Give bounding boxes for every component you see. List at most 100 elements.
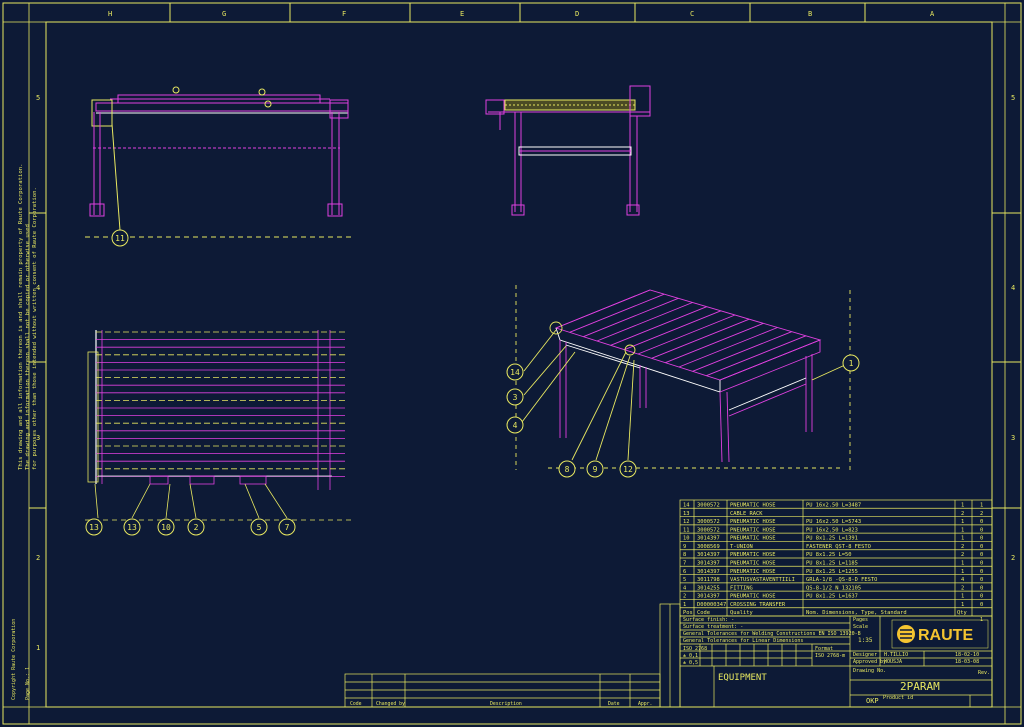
iso-roller (583, 297, 679, 338)
cad-drawing-sheet: H G F E D C B A 5 4 3 2 1 5 4 3 2 This d… (2, 2, 1022, 725)
iso-roller (555, 289, 651, 329)
zone-number: 2 (36, 554, 40, 562)
pages-label: Pages (853, 617, 868, 623)
bom-cell: 12 (683, 519, 690, 525)
tolerance-note: General Tolerances for Welding Construct… (683, 631, 861, 637)
bom-cell: PU 16x2.50 L=823 (806, 527, 858, 533)
bom-cell: 14 (683, 502, 690, 508)
bom-cell: PU 8x1.25 L=1637 (806, 594, 858, 600)
bom-cell: T-UNION (730, 544, 753, 550)
zone-number: 3 (1011, 434, 1015, 442)
bom-cell: 3014255 (697, 585, 720, 591)
okp-label: OKP (866, 697, 879, 705)
bom-cell: 1 (980, 502, 983, 508)
bom-cell: 3000572 (697, 519, 720, 525)
tolerance-cell: ISO 2768 (683, 646, 707, 652)
bom-cell: PNEUMATIC HOSE (730, 594, 775, 600)
bom-cell: 0 (980, 602, 983, 608)
bom-cell: 1 (961, 536, 964, 542)
zone-number: 5 (36, 94, 40, 102)
zone-number: 2 (1011, 554, 1015, 562)
balloon-5: 5 (250, 518, 268, 536)
bom-cell: 9 (683, 544, 686, 550)
copyright-line: This drawing and all information thereon… (18, 164, 24, 470)
revision-label: Rev. (978, 670, 990, 676)
balloon-label: 4 (513, 421, 518, 430)
plan-view (85, 330, 355, 521)
tolerance-cell: ± 0,1 (683, 653, 698, 659)
raute-logo: RAUTE (891, 619, 989, 649)
drawing-title: EQUIPMENT (718, 673, 767, 683)
bom-cell: 7 (683, 560, 686, 566)
bom-cell: 0 (980, 544, 983, 550)
approver-name: HOUSJA (884, 659, 902, 665)
balloon-13a: 13 (85, 518, 103, 536)
zone-number: 4 (1011, 284, 1015, 292)
bom-cell: 0 (980, 519, 983, 525)
bom-cell: 1 (961, 560, 964, 566)
zone-number: 1 (36, 644, 40, 652)
product-id-label: Product id (883, 695, 913, 701)
isometric-view (515, 285, 851, 470)
copyright-line: for purposes other than those intended w… (32, 187, 38, 470)
surface-treatment: Surface treatment: - (683, 624, 743, 630)
bom-cell: 0 (980, 536, 983, 542)
balloon-label: 5 (257, 523, 262, 532)
approved-label: Approved by (853, 659, 886, 665)
balloon-13b: 13 (123, 518, 141, 536)
bom-cell: 3008569 (697, 544, 720, 550)
bom-cell: VASTUSVASTAVENTTIILI (730, 577, 795, 583)
bom-cell: FITTING (730, 585, 753, 591)
zone-number: 5 (1011, 94, 1015, 102)
bom-cell: PNEUMATIC HOSE (730, 552, 775, 558)
zone-letter: A (930, 10, 935, 18)
iso-roller (665, 322, 764, 364)
bom-cell: 5 (683, 577, 686, 583)
iso-roller (706, 335, 807, 377)
revision-header: Code Changed by Description Date Appr. (350, 701, 652, 707)
bom-cell: 10 (683, 536, 690, 542)
bom-cell: PU 8x1.25 L=1255 (806, 569, 858, 575)
bom-cell: 3014397 (697, 536, 720, 542)
bom-cell: 1 (961, 502, 964, 508)
bom-cell: 1 (961, 519, 964, 525)
bom-cell: 2 (961, 544, 964, 550)
bom-cell: D00000347 (697, 602, 726, 608)
bom-cell: 0 (980, 569, 983, 575)
balloon-label: 9 (593, 465, 598, 474)
surface-finish: Surface finish: - (683, 617, 734, 623)
bom-cell: PU 16x2.50 L=5743 (806, 519, 861, 525)
bom-cell: 3014397 (697, 560, 720, 566)
bom-header-cell: Quality (730, 610, 753, 616)
side-label: Page No.: 1 (25, 667, 31, 700)
bom-cell: 3011798 (697, 577, 720, 583)
balloon-label: 3 (513, 393, 518, 402)
balloon-7: 7 (278, 518, 296, 536)
logo-text: RAUTE (918, 627, 973, 644)
bom-cell: PNEUMATIC HOSE (730, 536, 775, 542)
zone-letter: B (808, 10, 812, 18)
balloon-11: 11 (111, 229, 129, 247)
balloon-label: 1 (849, 359, 854, 368)
rev-header-cell: Date (608, 701, 620, 707)
bom-cell: PU 8x1.25 L=1391 (806, 536, 858, 542)
bom-cell: 2 (980, 511, 983, 517)
iso-roller (610, 306, 707, 346)
balloon-14: 14 (506, 363, 524, 381)
copyright-line: The drawing and information thereon shal… (25, 224, 31, 470)
format-label: Format (815, 646, 833, 652)
bom-cell: PNEUMATIC HOSE (730, 560, 775, 566)
balloon-label: 2 (194, 523, 199, 532)
zone-letter: G (222, 10, 226, 18)
bom-cell: PU 8x1.25 L=1185 (806, 560, 858, 566)
balloon-1: 1 (842, 354, 860, 372)
designer-label: Designer (853, 652, 877, 658)
bom-cell: PNEUMATIC HOSE (730, 569, 775, 575)
bom-cell: 6 (683, 569, 686, 575)
bom-cell: 4 (683, 585, 686, 591)
bom-cell: CROSSING TRANSFER (730, 602, 786, 608)
bom-cell: 3014397 (697, 569, 720, 575)
zone-letter: H (108, 10, 112, 18)
bom-cell: QS-8-1/2 N 132105 (806, 585, 861, 591)
bom-rows: 14 3000572 PNEUMATIC HOSE PU 16x2.50 L=3487… (683, 502, 983, 607)
